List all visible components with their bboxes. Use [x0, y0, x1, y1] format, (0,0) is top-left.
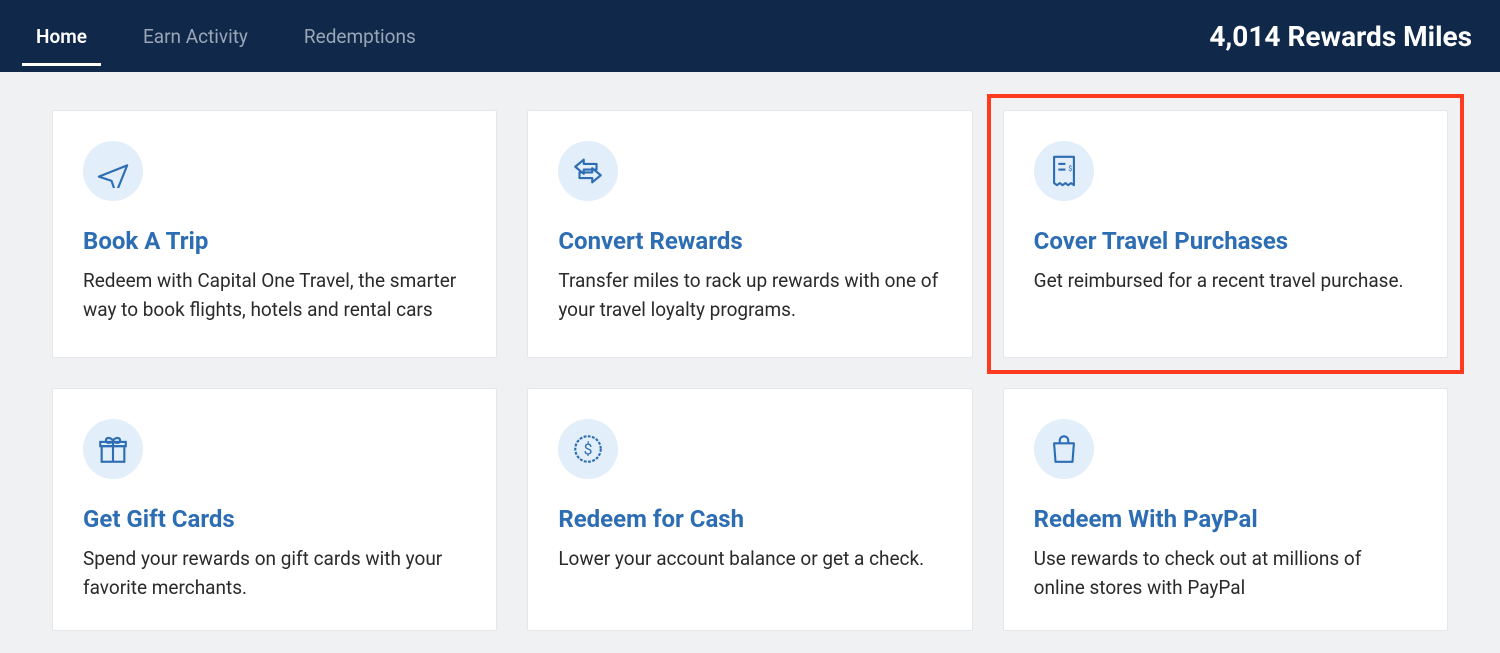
receipt-icon: $ [1034, 141, 1094, 201]
card-description: Lower your account balance or get a chec… [558, 545, 941, 574]
card-title: Get Gift Cards [83, 505, 466, 533]
card-title: Redeem for Cash [558, 505, 941, 533]
card-title: Cover Travel Purchases [1034, 227, 1417, 255]
card-get-gift-cards[interactable]: Get Gift Cards Spend your rewards on gif… [52, 388, 497, 631]
card-description: Transfer miles to rack up rewards with o… [558, 267, 941, 324]
tab-home[interactable]: Home [22, 0, 101, 72]
tab-redemptions[interactable]: Redemptions [290, 0, 430, 72]
card-description: Spend your rewards on gift cards with yo… [83, 545, 466, 602]
card-description: Use rewards to check out at millions of … [1034, 545, 1417, 602]
tabs: Home Earn Activity Redemptions [22, 0, 430, 72]
card-cover-travel-purchases[interactable]: $ Cover Travel Purchases Get reimbursed … [1003, 110, 1448, 358]
svg-text:$: $ [1068, 164, 1072, 173]
shopping-bag-icon [1034, 419, 1094, 479]
cards-grid: Book A Trip Redeem with Capital One Trav… [0, 72, 1500, 631]
card-title: Redeem With PayPal [1034, 505, 1417, 533]
card-description: Get reimbursed for a recent travel purch… [1034, 267, 1417, 296]
page-header: Home Earn Activity Redemptions 4,014 Rew… [0, 0, 1500, 72]
card-redeem-with-paypal[interactable]: Redeem With PayPal Use rewards to check … [1003, 388, 1448, 631]
card-title: Convert Rewards [558, 227, 941, 255]
card-redeem-for-cash[interactable]: $ Redeem for Cash Lower your account bal… [527, 388, 972, 631]
rewards-miles-balance: 4,014 Rewards Miles [1209, 20, 1472, 53]
highlight-annotation: $ Cover Travel Purchases Get reimbursed … [1003, 110, 1448, 358]
gift-icon [83, 419, 143, 479]
card-title: Book A Trip [83, 227, 466, 255]
cash-icon: $ [558, 419, 618, 479]
card-convert-rewards[interactable]: Convert Rewards Transfer miles to rack u… [527, 110, 972, 358]
convert-icon [558, 141, 618, 201]
airplane-icon [83, 141, 143, 201]
card-description: Redeem with Capital One Travel, the smar… [83, 267, 466, 324]
tab-earn-activity[interactable]: Earn Activity [129, 0, 262, 72]
svg-text:$: $ [584, 441, 593, 459]
card-book-a-trip[interactable]: Book A Trip Redeem with Capital One Trav… [52, 110, 497, 358]
